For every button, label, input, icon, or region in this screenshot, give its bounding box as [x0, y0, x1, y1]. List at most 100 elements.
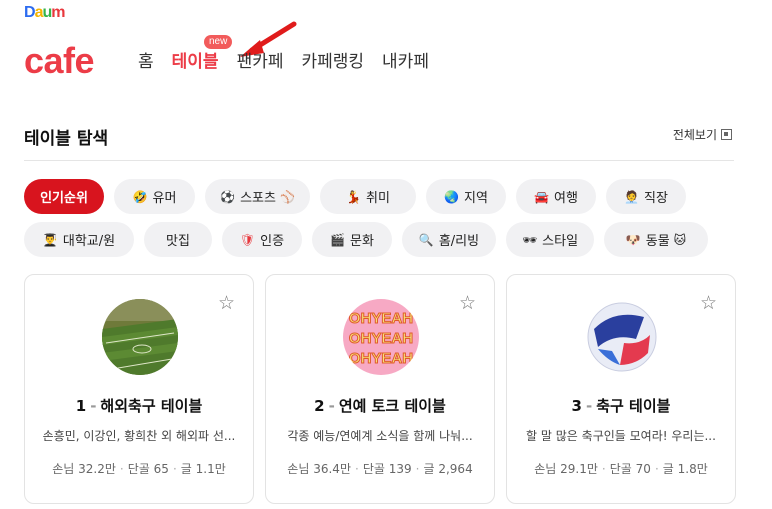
- ohyeah-thumbnail: OHYEAH OHYEAH OHYEAH: [343, 299, 419, 375]
- chip-home-living[interactable]: 🔍 홈/리빙: [402, 222, 496, 257]
- main-nav: 홈 테이블 팬카페 카페랭킹 내카페: [138, 50, 447, 74]
- soccer-ball-thumbnail: [584, 299, 660, 375]
- card-name: 연예 토크 테이블: [338, 397, 446, 415]
- chip-row: 👨‍🎓 대학교/원 맛집 🛡 인증 🎬 문화 🔍 홈/리빙 🕶 스타일 🐶 동물…: [24, 222, 714, 257]
- star-icon[interactable]: ☆: [459, 294, 476, 313]
- chip-university[interactable]: 👨‍🎓 대학교/원: [24, 222, 134, 257]
- members-count: 32.2만: [78, 462, 116, 476]
- members-label: 손님: [534, 462, 557, 476]
- members-label: 손님: [287, 462, 310, 476]
- regulars-count: 65: [153, 462, 169, 476]
- card-name: 축구 테이블: [596, 397, 671, 415]
- laughing-icon: 🤣: [132, 189, 148, 204]
- globe-icon: 🌏: [444, 189, 460, 204]
- table-cards: ☆ 1- 해외축구 테이블 손흥민, 이강인, 황희찬 외 해외파 선... 손님…: [24, 274, 736, 504]
- card-title: 2- 연예 토크 테이블: [266, 395, 494, 416]
- regulars-count: 70: [635, 462, 651, 476]
- view-all-label: 전체보기: [672, 128, 717, 142]
- table-card[interactable]: ☆ 1- 해외축구 테이블 손흥민, 이강인, 황희찬 외 해외파 선... 손님…: [24, 274, 254, 504]
- chip-label: 맛집: [166, 234, 190, 249]
- card-name: 해외축구 테이블: [100, 397, 203, 415]
- grid-icon: [721, 129, 732, 140]
- dancer-icon: 💃: [346, 189, 362, 204]
- card-title: 1- 해외축구 테이블: [25, 395, 253, 416]
- table-card[interactable]: ☆ 3- 축구 테이블 할 말 많은 축구인들 모여라! 우리는... 손님 29…: [506, 274, 736, 504]
- soccer-ball-icon: ⚽: [220, 189, 236, 204]
- card-description: 할 말 많은 축구인들 모여라! 우리는...: [526, 429, 716, 443]
- svg-text:OHYEAH: OHYEAH: [349, 350, 413, 367]
- regulars-label: 단골: [127, 462, 150, 476]
- nav-fancafe[interactable]: 팬카페: [237, 50, 284, 74]
- chip-label: 유머: [152, 191, 177, 206]
- section-title: 테이블 탐색: [24, 129, 109, 149]
- card-rank: 1: [75, 397, 87, 415]
- table-card[interactable]: ☆ OHYEAH OHYEAH OHYEAH 2- 연예 토크 테이블 각종 예능…: [265, 274, 495, 504]
- chip-culture[interactable]: 🎬 문화: [312, 222, 392, 257]
- chip-label: 스포츠: [240, 191, 276, 206]
- posts-count: 1.8만: [677, 462, 708, 476]
- chip-verified[interactable]: 🛡 인증: [222, 222, 302, 257]
- regulars-count: 139: [388, 462, 412, 476]
- posts-label: 글: [423, 462, 435, 476]
- star-icon[interactable]: ☆: [218, 294, 235, 313]
- regulars-label: 단골: [362, 462, 385, 476]
- card-description: 손흥민, 이강인, 황희찬 외 해외파 선...: [42, 429, 236, 443]
- members-label: 손님: [52, 462, 75, 476]
- office-worker-icon: 🧑‍💼: [624, 189, 640, 204]
- rank-dash: -: [585, 397, 593, 415]
- dog-icon: 🐶: [625, 232, 641, 247]
- nav-table[interactable]: 테이블: [172, 50, 219, 74]
- chip-label: 홈/리빙: [438, 234, 480, 249]
- cat-icon: 🐱: [673, 232, 687, 247]
- chip-humor[interactable]: 🤣 유머: [114, 179, 195, 214]
- card-stats: 손님 29.1만 · 단골 70 · 글 1.8만: [534, 462, 708, 476]
- card-stats: 손님 32.2만 · 단골 65 · 글 1.1만: [52, 462, 226, 476]
- card-rank: 2: [314, 397, 325, 415]
- sunglasses-icon: 🕶: [521, 232, 538, 247]
- car-icon: 🚘: [534, 189, 550, 204]
- chip-label: 취미: [366, 191, 390, 206]
- chip-label: 스타일: [542, 234, 579, 249]
- posts-count: 1.1만: [195, 462, 226, 476]
- svg-text:OHYEAH: OHYEAH: [349, 330, 413, 347]
- chip-region[interactable]: 🌏 지역: [426, 179, 506, 214]
- regulars-label: 단골: [609, 462, 632, 476]
- chip-travel[interactable]: 🚘 여행: [516, 179, 596, 214]
- soccer-field-thumbnail: [102, 299, 178, 375]
- star-icon[interactable]: ☆: [700, 294, 717, 313]
- chip-row: 인기순위 🤣 유머 ⚽ 스포츠 ⚾ 💃 취미 🌏 지역 🚘 여행 🧑‍💼 직장: [24, 179, 714, 214]
- daum-logo[interactable]: Daum: [24, 4, 66, 22]
- new-badge: new: [204, 35, 233, 49]
- chip-work[interactable]: 🧑‍💼 직장: [606, 179, 686, 214]
- chip-label: 여행: [554, 191, 578, 206]
- members-count: 36.4만: [313, 462, 351, 476]
- nav-cafe-ranking[interactable]: 카페랭킹: [301, 50, 364, 74]
- posts-label: 글: [662, 462, 674, 476]
- card-description: 각종 예능/연예계 소식을 함께 나눠...: [287, 429, 473, 443]
- chip-popular[interactable]: 인기순위: [24, 179, 104, 214]
- nav-home[interactable]: 홈: [138, 50, 154, 74]
- baseball-icon: ⚾: [279, 189, 295, 204]
- members-count: 29.1만: [560, 462, 598, 476]
- graduate-icon: 👨‍🎓: [42, 232, 58, 247]
- chip-style[interactable]: 🕶 스타일: [506, 222, 594, 257]
- chip-label: 지역: [464, 191, 488, 206]
- chip-hobby[interactable]: 💃 취미: [320, 179, 416, 214]
- card-rank: 3: [571, 397, 582, 415]
- rank-dash: -: [328, 397, 335, 415]
- chip-label: 문화: [350, 234, 374, 249]
- chip-sports[interactable]: ⚽ 스포츠 ⚾: [205, 179, 310, 214]
- chip-label: 동물: [645, 234, 670, 249]
- cafe-logo[interactable]: cafe: [24, 38, 95, 84]
- chip-label: 인기순위: [40, 191, 88, 206]
- chip-food[interactable]: 맛집: [144, 222, 212, 257]
- view-all-button[interactable]: 전체보기: [673, 126, 732, 143]
- chip-animals[interactable]: 🐶 동물 🐱: [604, 222, 708, 257]
- chip-label: 인증: [260, 234, 285, 249]
- card-title: 3- 축구 테이블: [507, 395, 735, 416]
- shield-icon: 🛡: [239, 232, 256, 247]
- nav-my-cafe[interactable]: 내카페: [382, 50, 429, 74]
- card-stats: 손님 36.4만 · 단골 139 · 글 2,964: [287, 462, 473, 476]
- posts-count: 2,964: [438, 462, 473, 476]
- chip-label: 직장: [644, 191, 668, 206]
